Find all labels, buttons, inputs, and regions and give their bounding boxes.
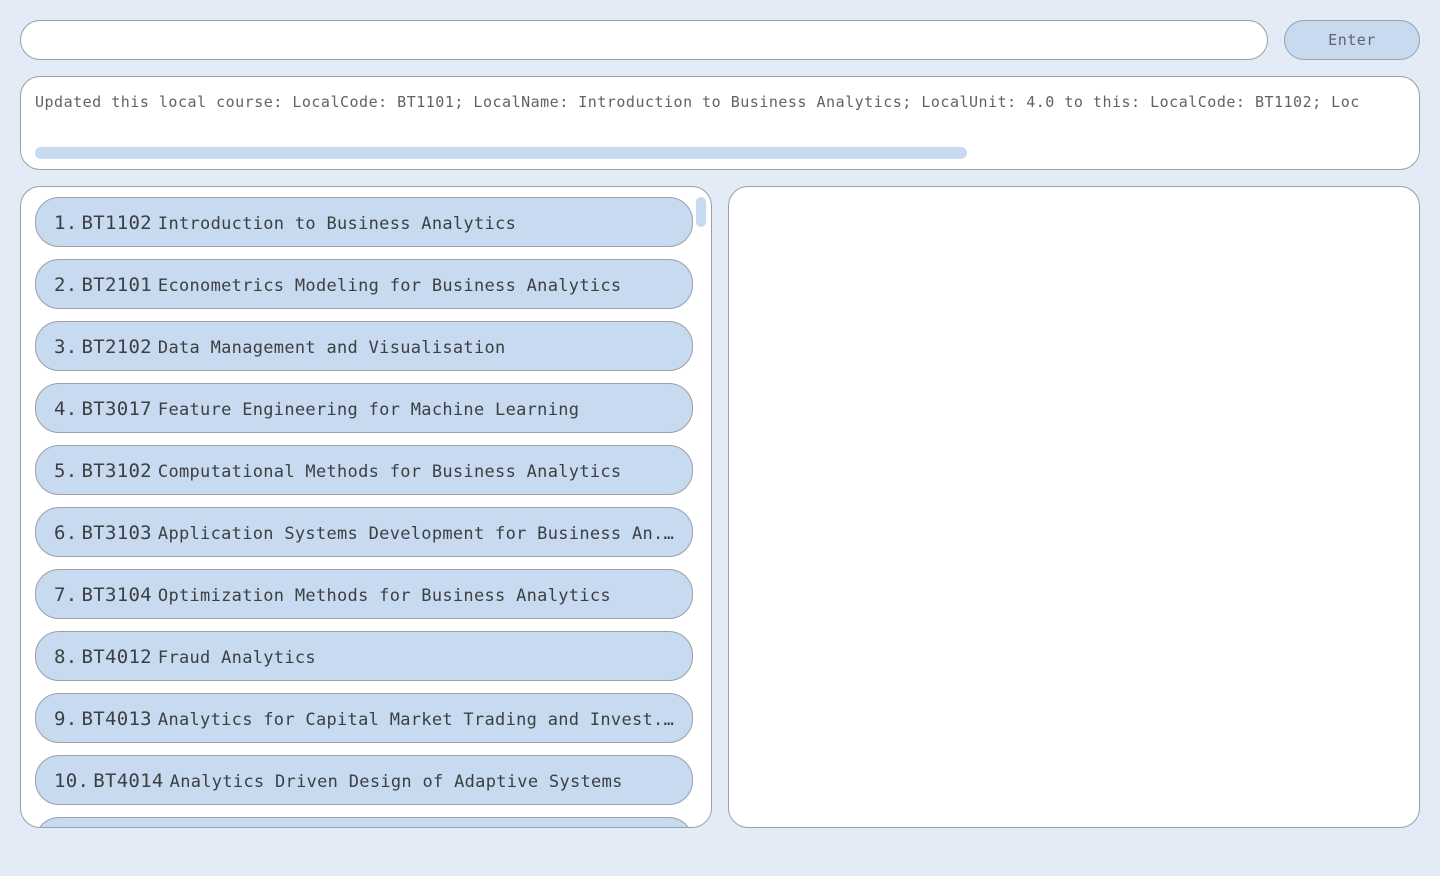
- course-title: Fraud Analytics: [158, 633, 316, 681]
- course-title: Analytics for Capital Market Trading and…: [158, 695, 674, 743]
- course-code: BT3103: [81, 508, 151, 557]
- status-scrollbar-thumb[interactable]: [35, 147, 967, 159]
- course-list-panel: 1.BT1102Introduction to Business Analyti…: [20, 186, 712, 828]
- course-index: 5.: [54, 446, 77, 495]
- status-panel: Updated this local course: LocalCode: BT…: [20, 76, 1420, 170]
- course-title: Introduction to Business Analytics: [158, 199, 516, 247]
- course-index: 3.: [54, 322, 77, 371]
- course-code: BT3104: [81, 570, 151, 619]
- course-title: Application Systems Development for Busi…: [158, 509, 674, 557]
- course-index: 6.: [54, 508, 77, 557]
- details-panel: [728, 186, 1420, 828]
- course-code: BT4013: [81, 694, 151, 743]
- course-code: BT4015: [93, 818, 163, 827]
- course-title: Analytics Driven Design of Adaptive Syst…: [170, 757, 623, 805]
- course-index: 9.: [54, 694, 77, 743]
- course-index: 10.: [54, 756, 89, 805]
- course-title: Data Management and Visualisation: [158, 323, 506, 371]
- course-code: BT1102: [81, 198, 151, 247]
- course-code: BT3017: [81, 384, 151, 433]
- course-title: Feature Engineering for Machine Learning: [158, 385, 579, 433]
- status-message: Updated this local course: LocalCode: BT…: [35, 93, 1405, 111]
- course-card[interactable]: 3.BT2102Data Management and Visualisatio…: [35, 321, 693, 371]
- course-card[interactable]: 8.BT4012Fraud Analytics: [35, 631, 693, 681]
- command-input[interactable]: [20, 20, 1268, 60]
- course-title: Computational Methods for Business Analy…: [158, 447, 622, 495]
- course-index: 2.: [54, 260, 77, 309]
- course-card[interactable]: 10.BT4014Analytics Driven Design of Adap…: [35, 755, 693, 805]
- course-list-scrollbar-thumb[interactable]: [696, 197, 706, 227]
- course-card[interactable]: 11. BT4015 Geospatial Analytics: [35, 817, 693, 827]
- course-title: Optimization Methods for Business Analyt…: [158, 571, 611, 619]
- course-card[interactable]: 5.BT3102Computational Methods for Busine…: [35, 445, 693, 495]
- course-index: 1.: [54, 198, 77, 247]
- course-title: Econometrics Modeling for Business Analy…: [158, 261, 622, 309]
- enter-button[interactable]: Enter: [1284, 20, 1420, 60]
- course-index: 8.: [54, 632, 77, 681]
- course-code: BT2101: [81, 260, 151, 309]
- course-code: BT4014: [93, 756, 163, 805]
- course-index: 4.: [54, 384, 77, 433]
- course-card[interactable]: 2.BT2101Econometrics Modeling for Busine…: [35, 259, 693, 309]
- status-scrollbar-track[interactable]: [35, 147, 1405, 159]
- course-index: 7.: [54, 570, 77, 619]
- course-code: BT4012: [81, 632, 151, 681]
- course-card[interactable]: 4.BT3017Feature Engineering for Machine …: [35, 383, 693, 433]
- course-card[interactable]: 6.BT3103Application Systems Development …: [35, 507, 693, 557]
- course-card[interactable]: 9.BT4013Analytics for Capital Market Tra…: [35, 693, 693, 743]
- course-card[interactable]: 1.BT1102Introduction to Business Analyti…: [35, 197, 693, 247]
- course-title: Geospatial Analytics: [170, 819, 381, 827]
- course-index: 11.: [54, 818, 89, 827]
- course-card[interactable]: 7.BT3104Optimization Methods for Busines…: [35, 569, 693, 619]
- course-code: BT3102: [81, 446, 151, 495]
- course-code: BT2102: [81, 322, 151, 371]
